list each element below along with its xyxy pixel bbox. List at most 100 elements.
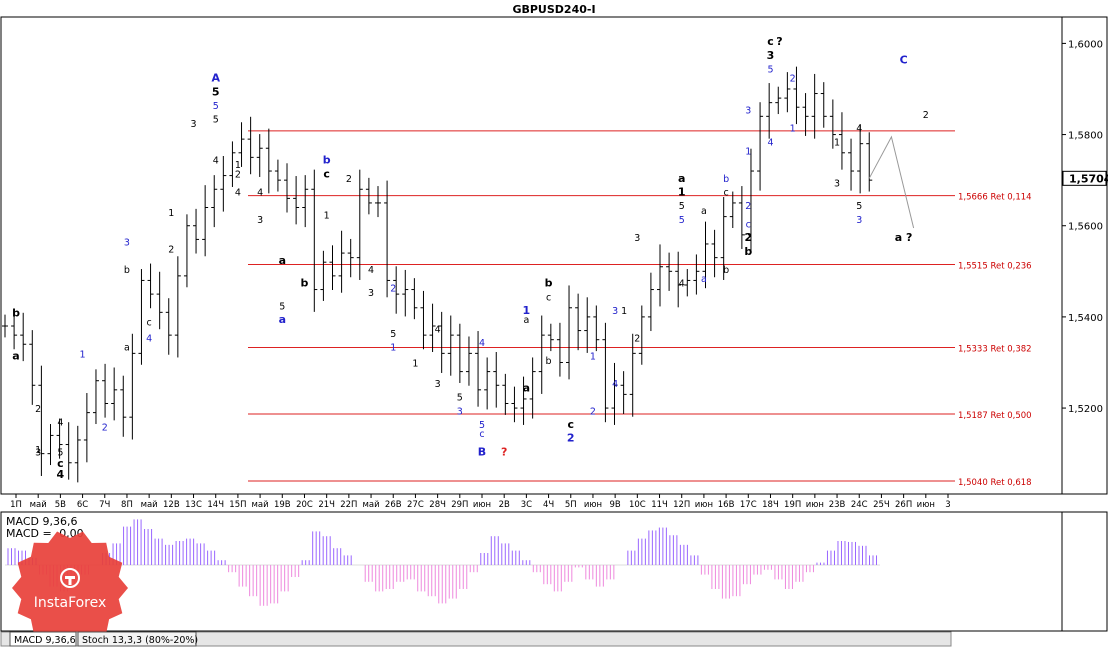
wave-label: 2 bbox=[790, 74, 796, 85]
wave-label: a bbox=[523, 382, 530, 395]
wave-label: 1 bbox=[590, 352, 596, 363]
x-tick-label: 13С bbox=[185, 500, 202, 510]
x-tick-label: 9В bbox=[610, 500, 621, 510]
wave-label: 3 bbox=[767, 49, 775, 62]
wave-label: 3 bbox=[191, 119, 197, 130]
wave-label: 4 bbox=[235, 188, 241, 199]
x-tick-label: 3 bbox=[945, 500, 950, 510]
wave-label: b bbox=[301, 277, 309, 290]
time-axis: 1П май 5В 6С 7Ч 8П май 12В 13С 14Ч 15П май 19В 20С 21Ч… bbox=[10, 494, 951, 510]
macd-value-prefix: MACD = bbox=[6, 527, 52, 540]
x-tick-label: 24С bbox=[851, 500, 868, 510]
wave-label: 2 bbox=[744, 231, 752, 244]
x-tick-label: 11Ч bbox=[651, 500, 668, 510]
tab-macd-label: MACD 9,36,6 bbox=[14, 635, 76, 646]
wave-label: B bbox=[478, 445, 486, 458]
fib-level-label: 1,5187 Ret 0,500 bbox=[958, 411, 1032, 421]
wave-label: 2 bbox=[102, 422, 108, 433]
x-tick-label: 10С bbox=[629, 500, 646, 510]
wave-label: b bbox=[546, 356, 552, 367]
wave-label: 4 bbox=[213, 156, 219, 167]
wave-label: 5 bbox=[212, 85, 220, 98]
wave-label: 3 bbox=[745, 105, 751, 116]
wave-label: c bbox=[323, 167, 330, 180]
wave-label: 2 bbox=[168, 245, 174, 256]
wave-label: c bbox=[546, 292, 551, 303]
x-tick-label: 29П bbox=[451, 500, 468, 510]
wave-label: a bbox=[124, 343, 130, 354]
logo-text: InstaForex bbox=[34, 595, 107, 611]
wave-label: 2 bbox=[235, 169, 241, 180]
wave-label: 1 bbox=[790, 124, 796, 135]
wave-label: 2 bbox=[346, 174, 352, 185]
wave-label: b bbox=[744, 245, 752, 258]
wave-label: 5 bbox=[279, 302, 285, 313]
wave-label: 2 bbox=[634, 333, 640, 344]
wave-label: 3 bbox=[856, 215, 862, 226]
wave-label: 3 bbox=[124, 238, 130, 249]
wave-label: 1 bbox=[745, 147, 751, 158]
x-tick-label: 2В bbox=[499, 500, 510, 510]
wave-label: 4 bbox=[856, 124, 862, 135]
wave-label: 2 bbox=[745, 201, 751, 212]
chart-root: GBPUSD240-I 1,5666 Ret 0,114 1,5515 Ret 0… bbox=[0, 0, 1108, 661]
wave-label: 1 bbox=[834, 137, 840, 148]
wave-label: a bbox=[12, 350, 19, 363]
x-tick-label: 5П bbox=[565, 500, 577, 510]
wave-label: 5 bbox=[767, 64, 773, 75]
x-tick-label: 12П bbox=[673, 500, 690, 510]
wave-label: 3 bbox=[368, 288, 374, 299]
chart-title: GBPUSD240-I bbox=[512, 3, 595, 16]
x-tick-label: 8П bbox=[121, 500, 133, 510]
x-tick-label: 14Ч bbox=[207, 500, 224, 510]
wave-label: a bbox=[279, 254, 286, 267]
x-tick-label: 26В bbox=[385, 500, 402, 510]
wave-label: c bbox=[147, 317, 152, 328]
wave-label: 3 bbox=[834, 178, 840, 189]
wave-label: ? bbox=[776, 35, 782, 48]
wave-label: c bbox=[567, 418, 574, 431]
wave-label: 1 bbox=[678, 186, 686, 199]
x-tick-label: 19В bbox=[274, 500, 291, 510]
x-tick-label: 20С bbox=[296, 500, 313, 510]
wave-label: 3 bbox=[257, 215, 263, 226]
wave-label: a bbox=[279, 313, 286, 326]
wave-label: 4 bbox=[257, 188, 263, 199]
wave-label: 3 bbox=[35, 447, 41, 458]
wave-label: 1 bbox=[412, 358, 418, 369]
fib-level-label: 1,5333 Ret 0,382 bbox=[958, 344, 1032, 354]
x-tick-label: 27С bbox=[407, 500, 424, 510]
wave-label: a bbox=[678, 172, 685, 185]
x-tick-label: 1П bbox=[10, 500, 22, 510]
x-tick-label: май bbox=[30, 500, 47, 510]
x-tick-label: 17С bbox=[740, 500, 757, 510]
wave-label: 4 bbox=[435, 324, 441, 335]
wave-label: 4 bbox=[146, 333, 152, 344]
wave-label: 2 bbox=[35, 404, 41, 415]
wave-label: 2 bbox=[567, 432, 575, 445]
wave-label: 3 bbox=[634, 233, 640, 244]
wave-label: 5 bbox=[213, 101, 219, 112]
wave-label: ? bbox=[501, 445, 507, 458]
y-tick-label: 1,5600 bbox=[1068, 222, 1103, 233]
wave-label: a bbox=[701, 206, 707, 217]
wave-label: 1 bbox=[80, 349, 86, 360]
indicator-tabs: MACD 9,36,6 Stoch 13,3,3 (80%-20%) bbox=[0, 631, 952, 647]
wave-label: 3 bbox=[612, 306, 618, 317]
x-tick-label: 7Ч bbox=[99, 500, 110, 510]
wave-label: b bbox=[723, 174, 729, 185]
wave-label: c bbox=[746, 219, 751, 230]
x-tick-label: июн bbox=[473, 500, 491, 510]
x-tick-label: 28Ч bbox=[429, 500, 446, 510]
x-tick-label: 3С bbox=[521, 500, 532, 510]
wave-label: b bbox=[723, 265, 729, 276]
wave-label: 2 bbox=[590, 406, 596, 417]
x-tick-label: 16В bbox=[718, 500, 735, 510]
wave-label: 5 bbox=[213, 115, 219, 126]
wave-label: b bbox=[12, 306, 20, 319]
x-tick-label: июн bbox=[806, 500, 824, 510]
x-tick-label: май bbox=[252, 500, 269, 510]
wave-label: 1 bbox=[621, 306, 627, 317]
x-tick-label: 5В bbox=[55, 500, 66, 510]
wave-label: a bbox=[701, 274, 707, 285]
